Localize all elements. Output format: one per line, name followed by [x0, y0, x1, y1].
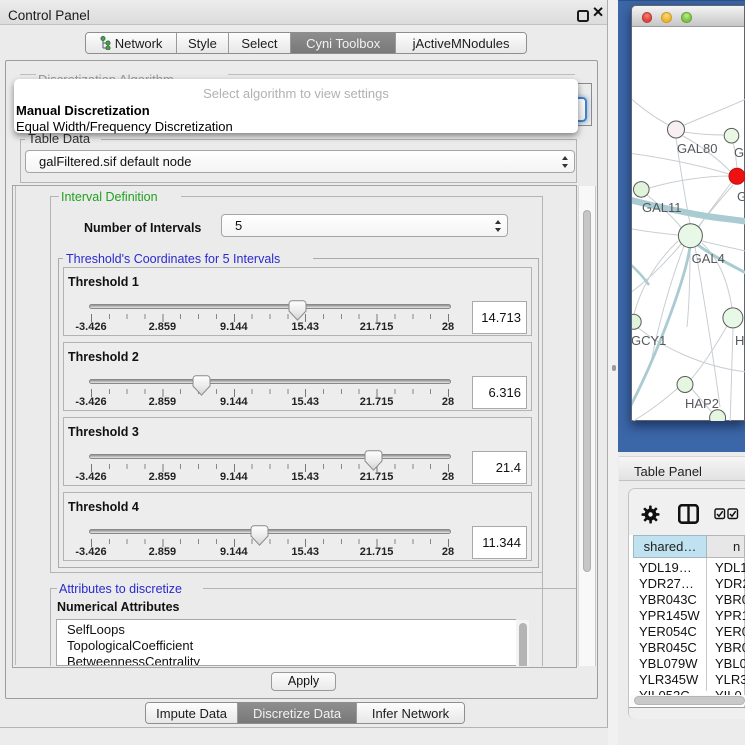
- svg-text:H: H: [735, 333, 744, 348]
- svg-text:GAL11: GAL11: [642, 200, 682, 215]
- svg-text:GCY1: GCY1: [632, 333, 666, 348]
- svg-text:G: G: [737, 189, 745, 204]
- svg-text:HAP2: HAP2: [685, 396, 719, 411]
- svg-text:GA: GA: [734, 145, 745, 160]
- svg-text:GAL4: GAL4: [692, 251, 725, 266]
- svg-text:GAL80: GAL80: [677, 141, 717, 156]
